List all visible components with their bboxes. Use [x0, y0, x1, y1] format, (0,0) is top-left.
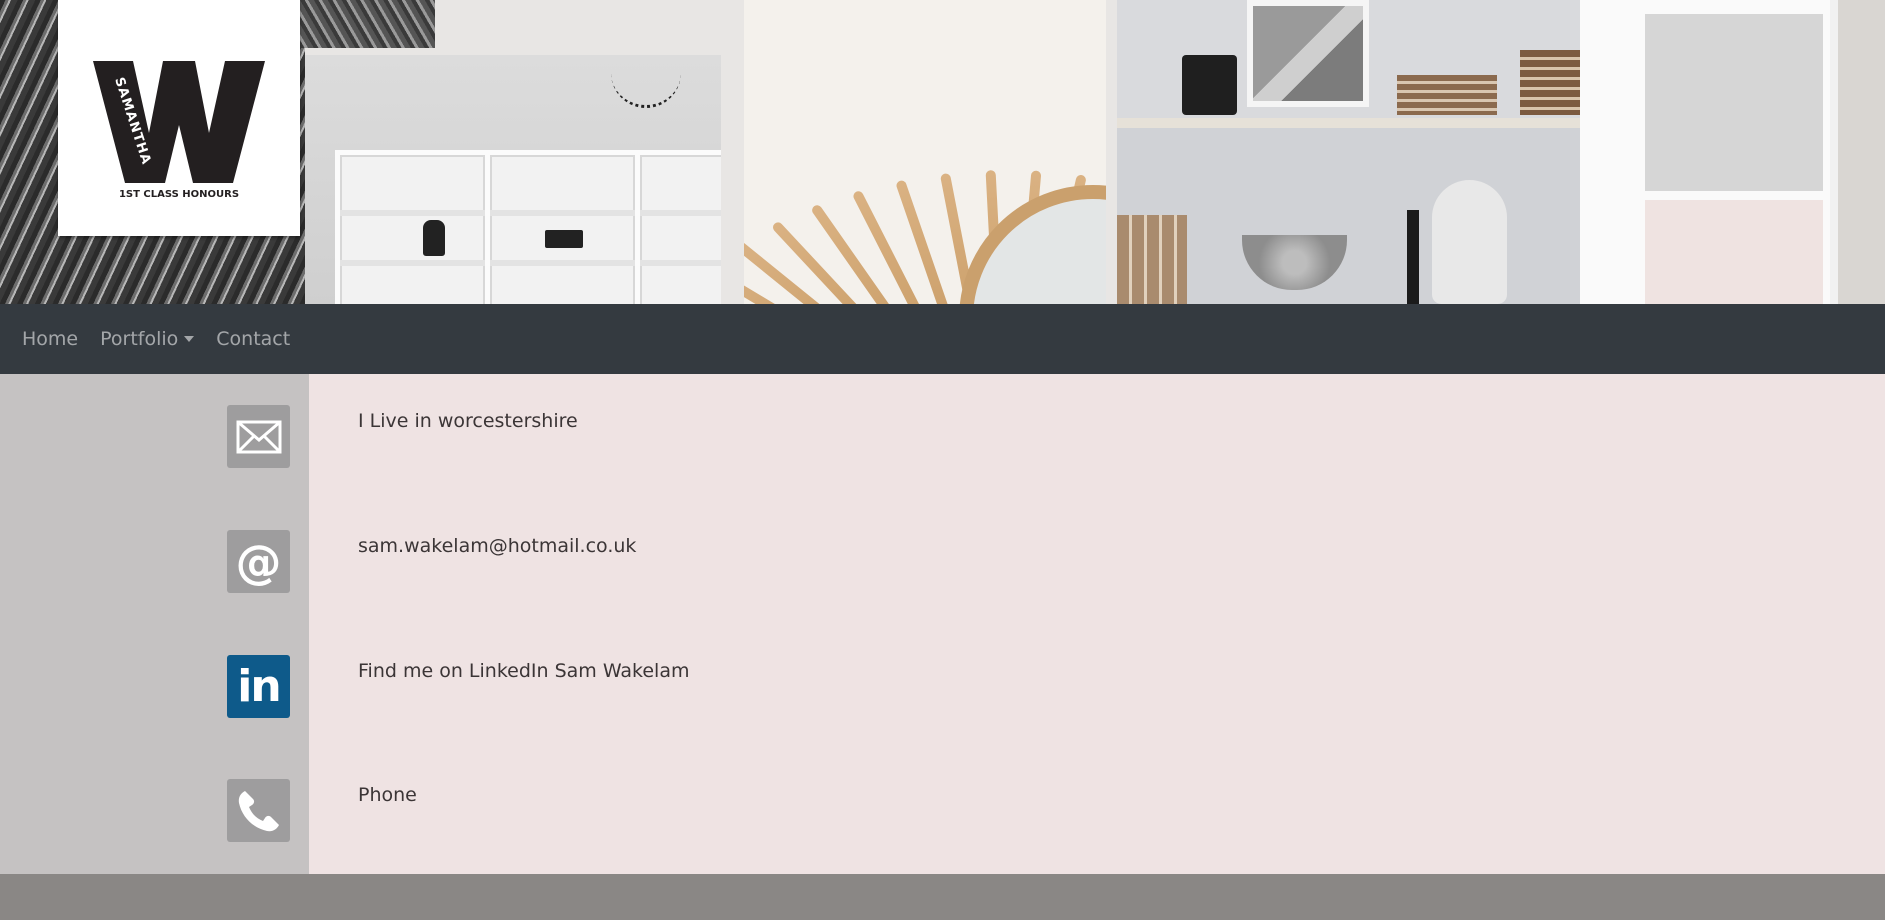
nav-home-link[interactable]: Home: [22, 328, 78, 350]
nav-portfolio-dropdown[interactable]: Portfolio: [100, 328, 195, 350]
sunburst-mirror-image: [744, 0, 1106, 304]
contact-section: I Live in worcestershire @ sam.wakelam@h…: [0, 374, 1885, 874]
plant-pot: [1182, 55, 1237, 115]
pink-swatch: [1645, 200, 1823, 304]
living-room-shelf-image: [1117, 0, 1580, 304]
contact-email-text[interactable]: sam.wakelam@hotmail.co.uk: [358, 535, 636, 557]
shelf-unit: [485, 150, 640, 304]
w-logo-icon: SAMANTHA 1ST CLASS HONOURS: [93, 61, 265, 200]
colour-swatch-image: [1580, 0, 1885, 304]
edge-image: [1838, 0, 1885, 304]
wall-frame: [1247, 0, 1369, 107]
contact-linkedin-text[interactable]: Find me on LinkedIn Sam Wakelam: [358, 660, 690, 682]
main-navbar: Home Portfolio Contact: [0, 304, 1885, 374]
phone-icon: [227, 779, 290, 842]
linkedin-icon[interactable]: in: [227, 655, 290, 718]
contact-location-text: I Live in worcestershire: [358, 410, 578, 432]
shelf-unit: [635, 150, 721, 304]
vase-object: [423, 220, 445, 256]
at-sign-icon: @: [227, 530, 290, 593]
nav-contact-link[interactable]: Contact: [216, 328, 290, 350]
standing-books: [1117, 215, 1187, 304]
chandelier-shape: [611, 55, 681, 108]
candle-holder: [1407, 210, 1419, 304]
grey-swatch: [1645, 14, 1823, 191]
contact-phone-text: Phone: [358, 784, 417, 806]
bookshelf-image: [305, 55, 721, 304]
site-logo[interactable]: SAMANTHA 1ST CLASS HONOURS: [58, 0, 300, 236]
envelope-icon: [227, 405, 290, 468]
stacked-books: [1520, 50, 1580, 115]
stacked-books: [1397, 75, 1497, 115]
svg-text:1ST CLASS HONOURS: 1ST CLASS HONOURS: [119, 189, 239, 200]
wood-texture-strip-image: [300, 0, 435, 48]
white-vase: [1432, 180, 1507, 304]
shelf-unit: [335, 150, 490, 304]
speckled-bowl: [1242, 235, 1347, 290]
caret-down-icon: [184, 336, 195, 342]
header-banner: SAMANTHA 1ST CLASS HONOURS: [0, 0, 1885, 304]
mirror-glass: [959, 185, 1106, 304]
divider: [1830, 0, 1838, 304]
page-footer: [0, 874, 1885, 920]
nav-portfolio-label: Portfolio: [100, 328, 179, 350]
box-object: [545, 230, 583, 248]
contact-text-column: [309, 374, 1885, 874]
